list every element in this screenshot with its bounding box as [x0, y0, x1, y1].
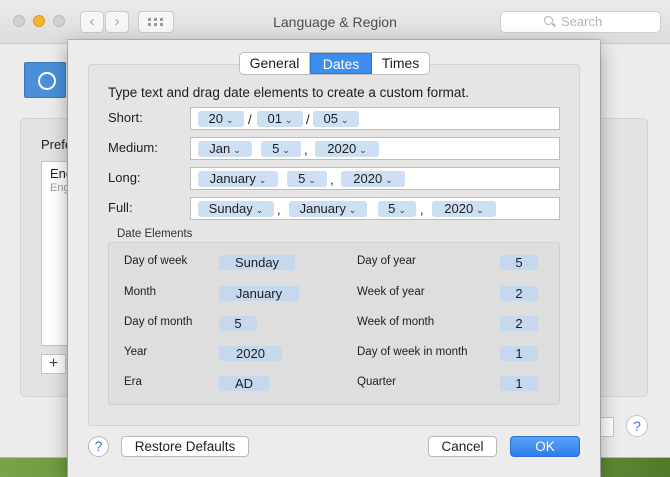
token-day-medium[interactable]: 5 ⌄ — [261, 141, 301, 157]
week-of-month-element[interactable]: 2 — [500, 316, 538, 331]
month-element[interactable]: January — [219, 286, 299, 301]
list-item-subtitle: Eng — [50, 182, 70, 194]
chevron-down-icon: ⌄ — [398, 205, 406, 215]
token-month-short[interactable]: 01 ⌄ — [257, 111, 303, 127]
long-format-field[interactable]: January ⌄ 5 ⌄ , 2020 ⌄ — [190, 167, 560, 190]
tab-dates[interactable]: Dates — [310, 53, 372, 74]
date-elements-title: Date Elements — [117, 228, 193, 240]
week-of-year-label: Week of year — [357, 286, 425, 298]
chevron-down-icon: ⌄ — [225, 115, 234, 125]
chevron-down-icon: ⌄ — [258, 175, 267, 185]
token-month-long[interactable]: January ⌄ — [198, 171, 278, 187]
chevron-down-icon: ⌄ — [282, 145, 290, 155]
chevron-down-icon: ⌄ — [476, 205, 484, 215]
token-year-short[interactable]: 20 ⌄ — [198, 111, 244, 127]
un-flag-icon — [24, 62, 66, 98]
day-of-month-element[interactable]: 5 — [219, 316, 257, 331]
week-of-month-label: Week of month — [357, 316, 435, 328]
token-day-long[interactable]: 5 ⌄ — [287, 171, 327, 187]
chevron-down-icon: ⌄ — [308, 175, 316, 185]
title-bar: ‹ › Language & Region Search — [0, 0, 670, 44]
era-label: Era — [124, 376, 142, 388]
token-year-medium[interactable]: 2020 ⌄ — [315, 141, 379, 157]
full-format-field[interactable]: Sunday ⌄ , January ⌄ 5 ⌄ , 2020 ⌄ — [190, 197, 560, 220]
long-format-label: Long: — [108, 170, 141, 185]
chevron-down-icon: ⌄ — [233, 145, 241, 155]
preferred-languages-list[interactable]: Eng Eng — [41, 161, 73, 346]
chevron-down-icon: ⌄ — [385, 175, 393, 185]
tab-general[interactable]: General — [240, 53, 310, 74]
month-label: Month — [124, 286, 156, 298]
short-format-label: Short: — [108, 110, 143, 125]
separator: / — [248, 112, 252, 127]
quarter-element[interactable]: 1 — [500, 376, 538, 391]
chevron-down-icon: ⌄ — [359, 145, 367, 155]
short-format-field[interactable]: 20 ⌄ / 01 ⌄ / 05 ⌄ — [190, 107, 560, 130]
add-language-button[interactable]: + — [41, 354, 66, 374]
day-of-week-in-month-element[interactable]: 1 — [500, 346, 538, 361]
restore-defaults-button[interactable]: Restore Defaults — [121, 436, 249, 457]
chevron-down-icon: ⌄ — [284, 115, 293, 125]
separator: , — [420, 202, 424, 217]
full-format-label: Full: — [108, 200, 133, 215]
medium-format-label: Medium: — [108, 140, 158, 155]
medium-format-field[interactable]: Jan ⌄ 5 ⌄ , 2020 ⌄ — [190, 137, 560, 160]
token-year-long[interactable]: 2020 ⌄ — [341, 171, 405, 187]
advanced-sheet: General Dates Times Type text and drag d… — [68, 40, 600, 477]
token-day-short[interactable]: 05 ⌄ — [313, 111, 359, 127]
window-help-button[interactable]: ? — [626, 415, 648, 437]
day-of-week-element[interactable]: Sunday — [219, 255, 295, 270]
help-button[interactable]: ? — [88, 436, 109, 457]
ok-button[interactable]: OK — [510, 436, 580, 457]
date-elements-box: Day of week Sunday Month January Day of … — [108, 242, 560, 405]
instructions-text: Type text and drag date elements to crea… — [108, 85, 469, 100]
quarter-label: Quarter — [357, 376, 396, 388]
era-element[interactable]: AD — [219, 376, 269, 391]
token-weekday-full[interactable]: Sunday ⌄ — [198, 201, 274, 217]
chevron-down-icon: ⌄ — [348, 205, 357, 215]
year-label: Year — [124, 346, 148, 358]
search-placeholder: Search — [561, 14, 603, 29]
separator: / — [306, 112, 310, 127]
search-icon — [544, 16, 553, 25]
tab-times[interactable]: Times — [372, 53, 429, 74]
day-of-week-label: Day of week — [124, 255, 188, 267]
separator: , — [277, 202, 281, 217]
day-of-week-in-month-label: Day of week in month — [357, 346, 468, 358]
year-element[interactable]: 2020 — [219, 346, 282, 361]
search-field[interactable]: Search — [500, 11, 661, 33]
tab-bar: General Dates Times — [239, 52, 430, 75]
separator: , — [304, 142, 308, 157]
week-of-year-element[interactable]: 2 — [500, 286, 538, 301]
chevron-down-icon: ⌄ — [340, 115, 349, 125]
advanced-button[interactable] — [600, 417, 614, 437]
chevron-down-icon: ⌄ — [255, 205, 264, 215]
token-year-full[interactable]: 2020 ⌄ — [432, 201, 496, 217]
cancel-button[interactable]: Cancel — [428, 436, 497, 457]
token-month-full[interactable]: January ⌄ — [289, 201, 367, 217]
separator: , — [330, 172, 334, 187]
day-of-year-label: Day of year — [357, 255, 416, 267]
day-of-month-label: Day of month — [124, 316, 193, 328]
token-day-full[interactable]: 5 ⌄ — [378, 201, 416, 217]
token-month-medium[interactable]: Jan ⌄ — [198, 141, 252, 157]
day-of-year-element[interactable]: 5 — [500, 255, 538, 270]
